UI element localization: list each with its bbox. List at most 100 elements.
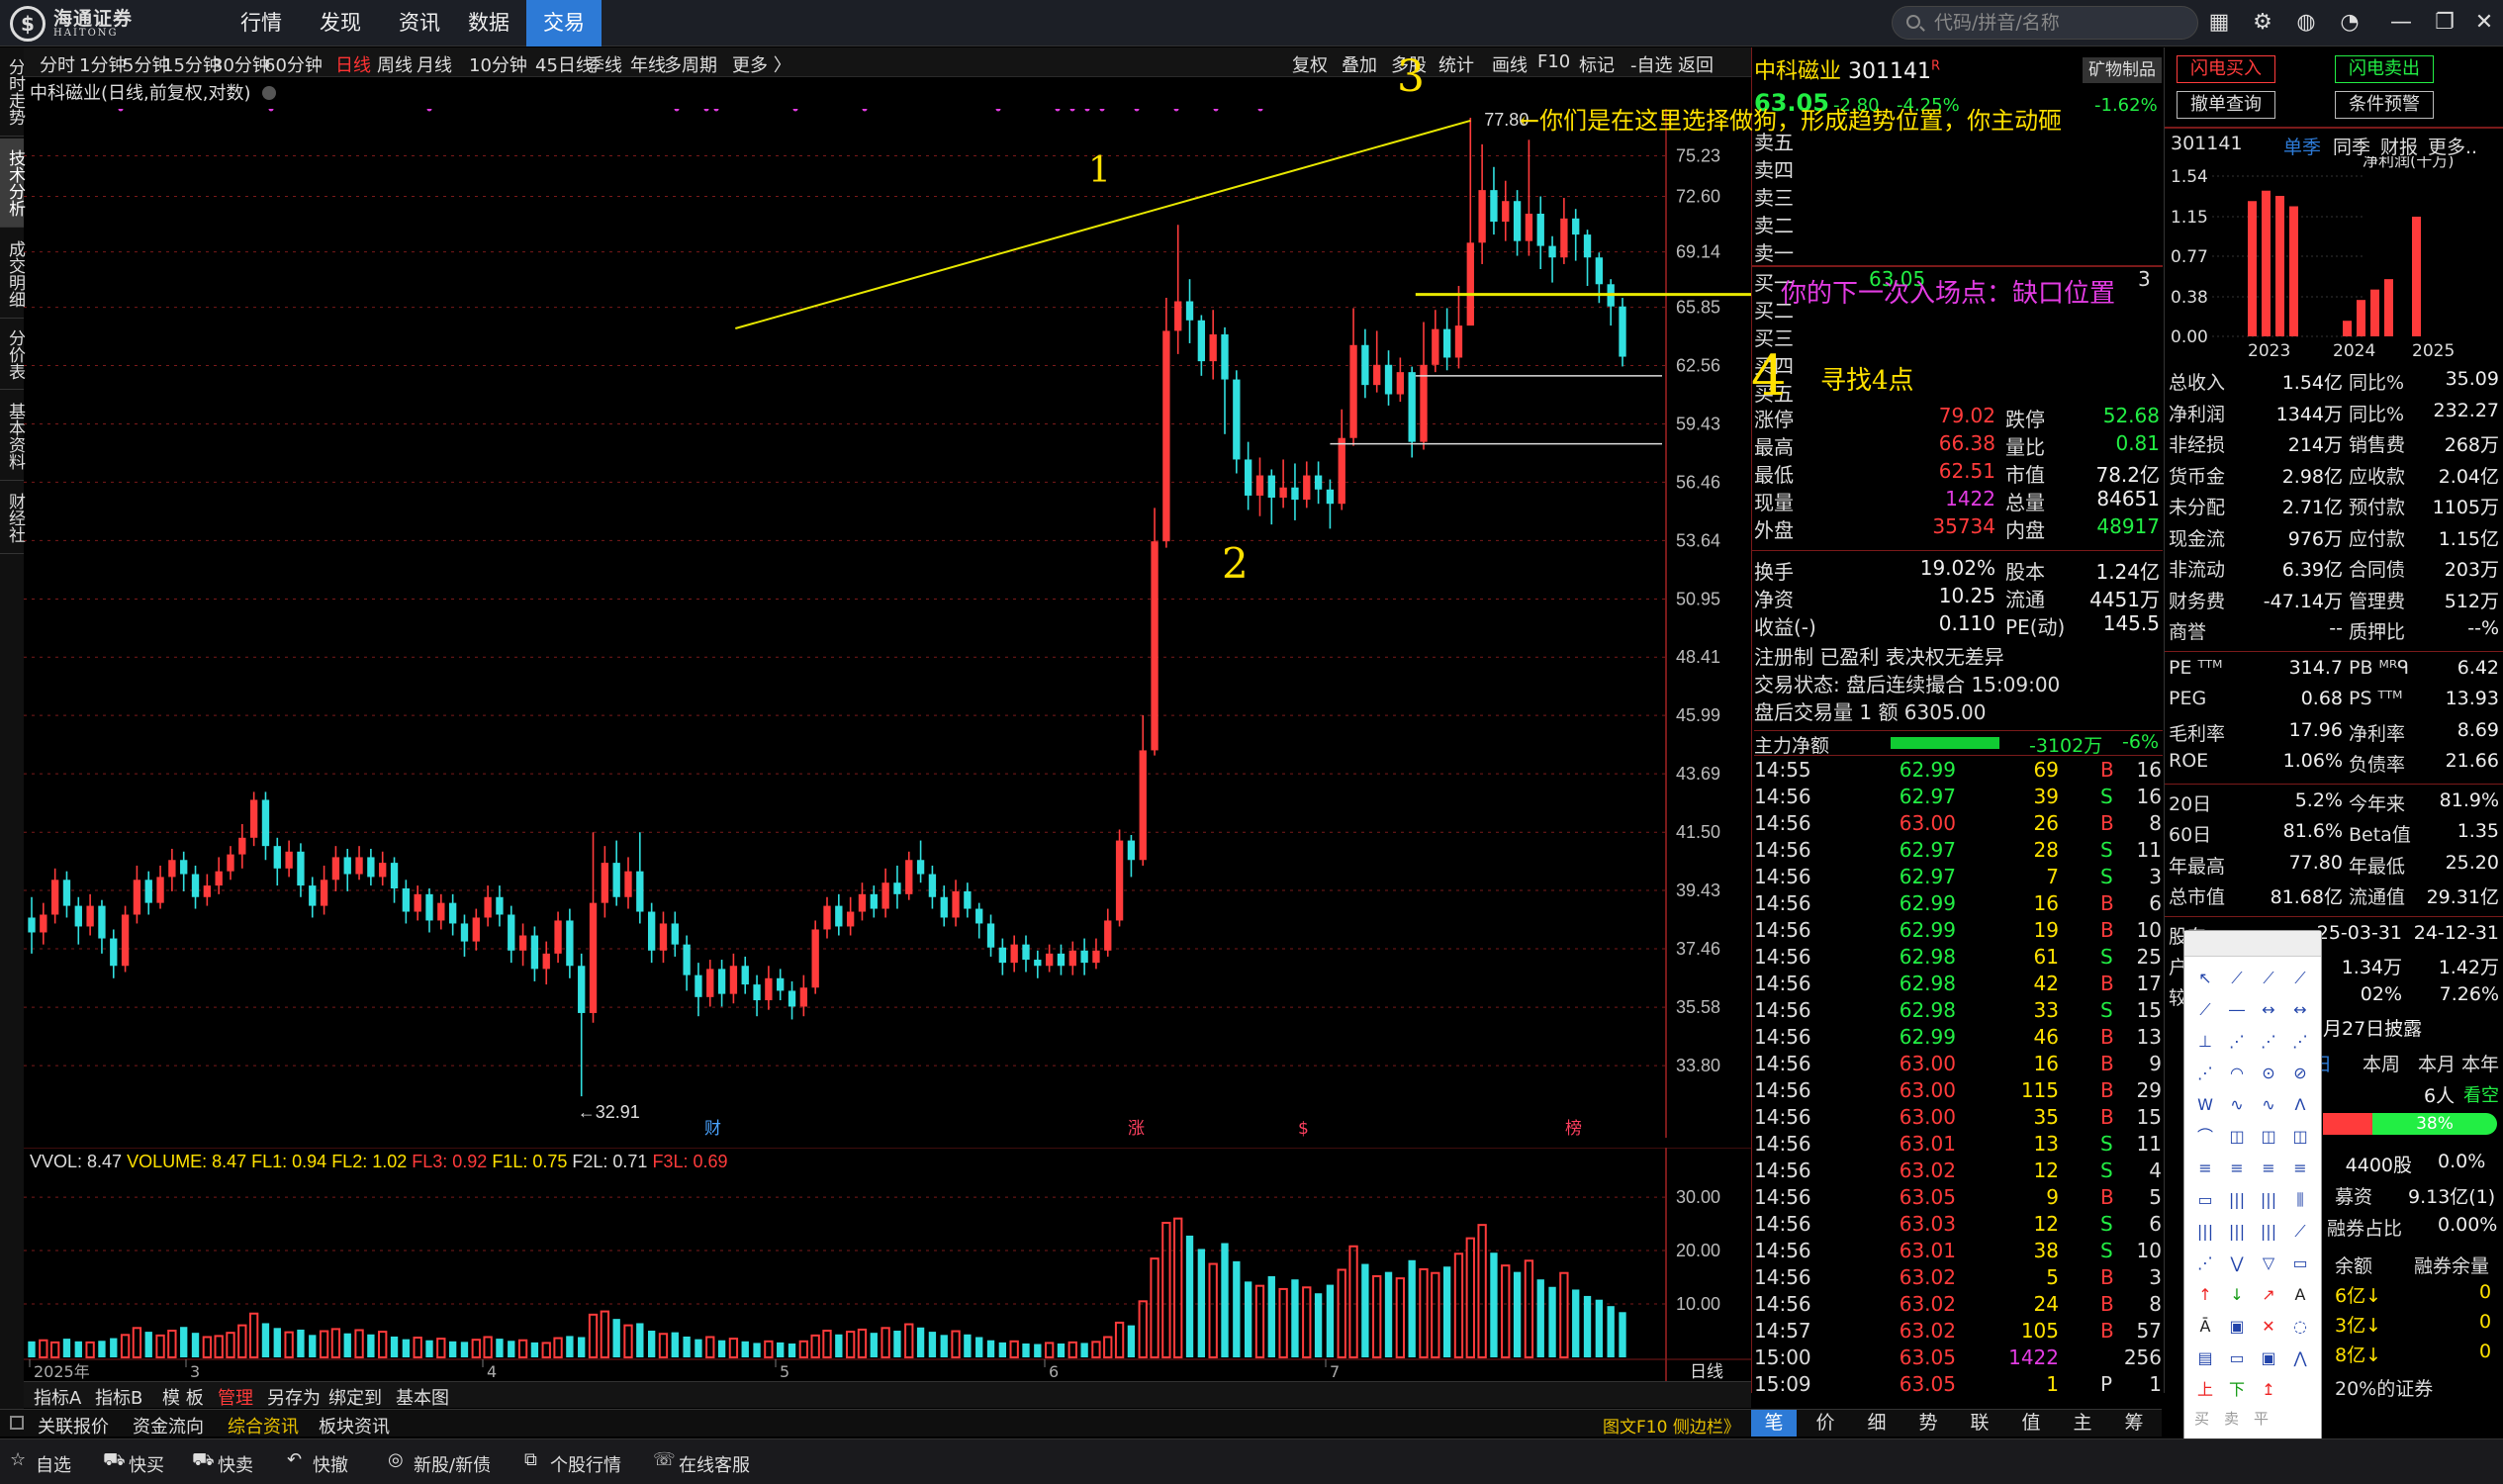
vtab-trades[interactable]: 成交明细	[0, 230, 25, 319]
draw-tool-rect2-icon[interactable]: ▭	[2285, 1250, 2315, 1277]
info-tab-2[interactable]: 综合资讯	[228, 1413, 299, 1438]
draw-tool-pitch2-icon[interactable]: ⋰	[2190, 1250, 2220, 1277]
draw-tool-gann-icon[interactable]: ⋰	[2190, 1060, 2220, 1087]
draw-tool-diag-arrow-icon[interactable]: ↗	[2254, 1281, 2283, 1309]
info-tab-0[interactable]: 关联报价	[38, 1413, 109, 1438]
status-item-4[interactable]: 新股/新债	[414, 1451, 491, 1477]
star-icon[interactable]: ☆	[10, 1449, 26, 1470]
volume-indicator-header[interactable]: ▢ CJL VVOL: 8.47 VOLUME: 8.47 FL1: 0.94 …	[30, 1152, 728, 1171]
period-5[interactable]: 60分钟	[264, 51, 323, 77]
toolbar-right-3[interactable]: 统计	[1438, 51, 1474, 77]
draw-tool-fib3-icon[interactable]: ≡	[2254, 1155, 2283, 1182]
tick-list[interactable]: 14:55 62.99 69 B 16 14:56 62.97 39 S 16 14:56 63.00…	[1752, 758, 2163, 1396]
draw-tool-arrow-line-icon[interactable]: ↔	[2254, 996, 2283, 1024]
draw-tool-peak-icon[interactable]: Λ	[2285, 1091, 2315, 1119]
draw-tool-label-icon[interactable]: ▭	[2222, 1345, 2252, 1372]
draw-tool-flag-icon[interactable]: ▣	[2254, 1345, 2283, 1372]
minimize-icon[interactable]: —	[2386, 8, 2416, 38]
event-mark[interactable]: 财	[704, 1119, 721, 1138]
fin-tab-quarter[interactable]: 单季	[2283, 133, 2321, 159]
draw-tool-cycle1-icon[interactable]: |||	[2222, 1186, 2252, 1214]
draw-tool-cycle2-icon[interactable]: |||	[2254, 1186, 2283, 1214]
close-icon[interactable]: ✕	[2469, 8, 2499, 38]
nav-discover[interactable]: 发现	[307, 0, 374, 46]
side-tab-1[interactable]: 价	[1803, 1410, 1848, 1437]
draw-tool-ext-line-icon[interactable]: ⟋	[2190, 996, 2220, 1024]
draw-tool-fib4-icon[interactable]: ≡	[2285, 1155, 2315, 1182]
period-4[interactable]: 30分钟	[212, 51, 270, 77]
draw-tool-fib2-icon[interactable]: ≡	[2222, 1155, 2252, 1182]
vtab-technical[interactable]: 技术分析	[0, 139, 25, 228]
draw-tool-channel-icon[interactable]: ⋰	[2254, 1028, 2283, 1056]
draw-tool-double-arrow-icon[interactable]: ↔	[2285, 996, 2315, 1024]
status-item-1[interactable]: 快买	[129, 1451, 164, 1477]
indicator-tab-0[interactable]: 指标A	[34, 1384, 81, 1410]
quick-sell-button[interactable]: 闪电卖出	[2335, 55, 2434, 83]
palette-titlebar[interactable]	[2184, 931, 2321, 957]
side-tab-6[interactable]: 主	[2060, 1410, 2105, 1437]
info-collapse-icon[interactable]	[10, 1416, 24, 1430]
side-tab-3[interactable]: 势	[1905, 1410, 1951, 1437]
draw-tool-vee-icon[interactable]: ⋁	[2222, 1250, 2252, 1277]
draw-tool-wave2-icon[interactable]: ∿	[2222, 1091, 2252, 1119]
cart-icon[interactable]: ⛟	[192, 1449, 215, 1473]
side-tab-0[interactable]: 笔	[1751, 1410, 1797, 1437]
status-item-0[interactable]: 自选	[36, 1451, 71, 1477]
indicator-tab-1[interactable]: 指标B	[95, 1384, 142, 1410]
status-item-2[interactable]: 快卖	[218, 1451, 253, 1477]
draw-tool-cycle3-icon[interactable]: ⫼	[2285, 1186, 2315, 1214]
volume-chart[interactable]: ▢ CJL VVOL: 8.47 VOLUME: 8.47 FL1: 0.94 …	[24, 1148, 1751, 1381]
draw-tool-hline-icon[interactable]: ―	[2222, 996, 2252, 1024]
draw-tool-arc-icon[interactable]: ◠	[2222, 1060, 2252, 1087]
f10-sidebar-link[interactable]: 图文F10 侧边栏》	[1603, 1413, 1740, 1438]
condition-alert-button[interactable]: 条件预警	[2335, 91, 2434, 119]
draw-tool-up-icon[interactable]: 上	[2190, 1376, 2220, 1404]
quick-buy-button[interactable]: 闪电买入	[2177, 55, 2275, 83]
vtab-finance-club[interactable]: 财经社	[0, 483, 25, 554]
palette-footer-2[interactable]: 平	[2254, 1408, 2269, 1429]
info-tab-1[interactable]: 资金流向	[133, 1413, 204, 1438]
draw-tool-fan-icon[interactable]: ⋰	[2285, 1028, 2315, 1056]
period-6[interactable]: 日线	[335, 51, 371, 77]
indicator-tab-3[interactable]: 管理	[218, 1384, 253, 1410]
draw-tool-frame-icon[interactable]: ▣	[2222, 1313, 2252, 1341]
nav-data[interactable]: 数据	[455, 0, 522, 46]
chat-icon[interactable]: ◔	[2335, 8, 2364, 38]
draw-tool-delete-icon[interactable]: ✕	[2254, 1313, 2283, 1341]
side-tab-2[interactable]: 细	[1854, 1410, 1900, 1437]
globe-icon[interactable]: ◍	[2291, 8, 2321, 38]
side-tab-5[interactable]: 值	[2008, 1410, 2054, 1437]
draw-tool-segment-icon[interactable]: ⟋	[2285, 965, 2315, 992]
period-11[interactable]: 季线	[587, 51, 622, 77]
event-mark[interactable]: 涨	[1128, 1119, 1145, 1138]
draw-tool-wave3-icon[interactable]: ∿	[2254, 1091, 2283, 1119]
cancel-query-button[interactable]: 撤单查询	[2177, 91, 2275, 119]
toolbar-right-6[interactable]: 标记	[1579, 51, 1615, 77]
cart-icon[interactable]: ⛟	[103, 1449, 126, 1473]
period-tab-3[interactable]: 本年	[2461, 1050, 2499, 1076]
settings-dot-icon[interactable]	[262, 86, 277, 100]
palette-footer-0[interactable]: 买	[2194, 1408, 2209, 1429]
nav-news[interactable]: 资讯	[386, 0, 453, 46]
period-7[interactable]: 周线	[377, 51, 413, 77]
vtab-price-table[interactable]: 分价表	[0, 321, 25, 390]
draw-tool-vline-icon[interactable]: ⊥	[2190, 1028, 2220, 1056]
draw-tool-down-arrow-icon[interactable]: ↓	[2222, 1281, 2252, 1309]
draw-tool-note-icon[interactable]: ▤	[2190, 1345, 2220, 1372]
drawing-tool-palette[interactable]: ↖ ⟋ ⟋ ⟋ ⟋ ― ↔ ↔ ⊥ ⋰ ⋰ ⋰ ⋰ ◠ ⊙ ⊘ W ∿ ∿ Λ ⌒ ◫ ◫ ◫ ≡ ≡ ≡ ≡ ▭ ||| ||| ⫼ ||| |…	[2183, 930, 2322, 1459]
period-tab-1[interactable]: 本周	[2363, 1050, 2400, 1076]
draw-tool-pitch1-icon[interactable]: ⟋	[2285, 1218, 2315, 1246]
period-9[interactable]: 10分钟	[469, 51, 527, 77]
draw-tool-box3-icon[interactable]: ◫	[2285, 1123, 2315, 1151]
draw-tool-box2-icon[interactable]: ◫	[2254, 1123, 2283, 1151]
palette-footer-1[interactable]: 卖	[2224, 1408, 2239, 1429]
draw-tool-pointer-icon[interactable]: ↖	[2190, 965, 2220, 992]
vtab-intraday[interactable]: 分时走势	[0, 47, 25, 137]
period-12[interactable]: 年线	[630, 51, 666, 77]
draw-tool-rect-icon[interactable]: ▭	[2190, 1186, 2220, 1214]
draw-tool-down-icon[interactable]: 下	[2222, 1376, 2252, 1404]
toolbar-right-5[interactable]: F10	[1537, 51, 1570, 72]
draw-tool-cycle6-icon[interactable]: |||	[2254, 1218, 2283, 1246]
draw-tool-text2-icon[interactable]: Ā	[2190, 1313, 2220, 1341]
service-icon[interactable]: ☏	[653, 1449, 676, 1470]
